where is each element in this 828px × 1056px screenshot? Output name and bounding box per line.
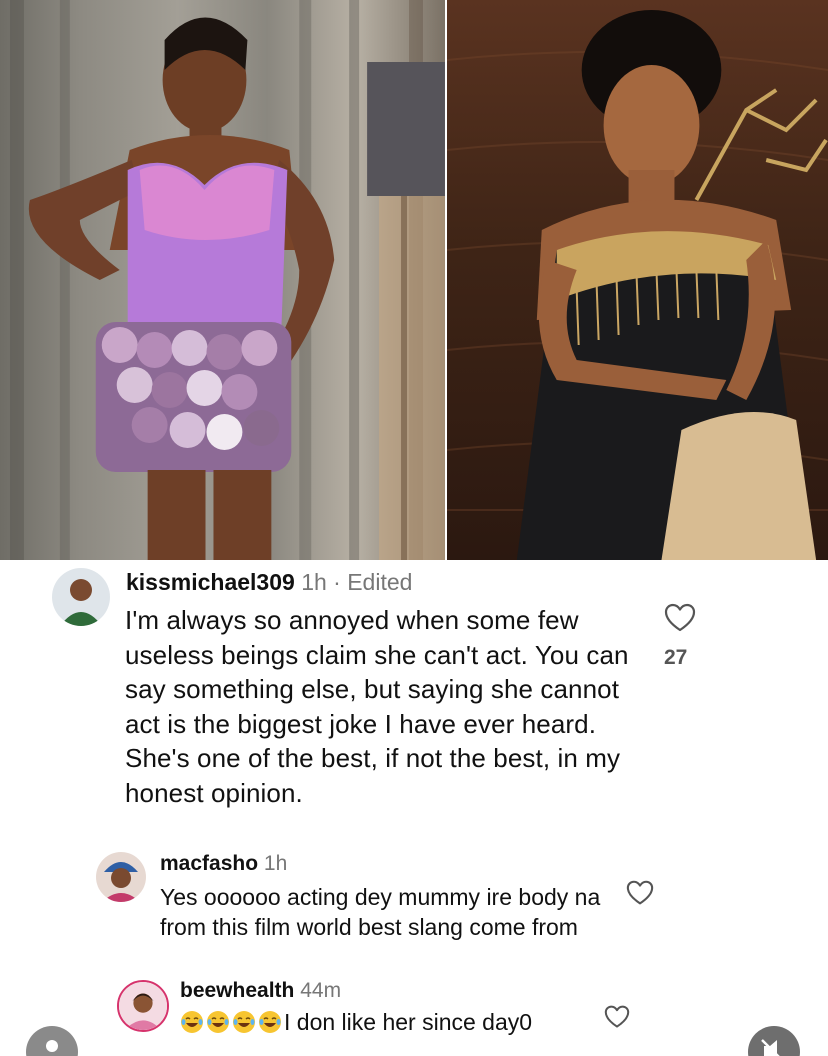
like-button[interactable]: [604, 1005, 630, 1029]
like-button[interactable]: [626, 880, 654, 906]
photo-collage: [0, 0, 828, 560]
photo-woman-purple-dress: [0, 0, 445, 560]
comment-text: I'm always so annoyed when some few usel…: [125, 605, 629, 808]
heart-icon: [664, 603, 696, 632]
comment-username[interactable]: kissmichael309: [126, 569, 295, 595]
speaker-muted-icon: [761, 1039, 780, 1056]
face-with-tears-of-joy-emoji: [233, 1011, 255, 1033]
avatar-woman-pink-icon: [119, 982, 167, 1030]
avatar-woman-blue-gele-icon: [96, 852, 146, 902]
face-with-tears-of-joy-emoji: [259, 1011, 281, 1033]
photo-left-illustration: [9, 0, 445, 560]
emoji-row: [180, 1009, 284, 1035]
mute-button[interactable]: [748, 1026, 800, 1056]
comment-meta: kissmichael309 1h · Edited: [126, 569, 412, 596]
like-button[interactable]: [664, 603, 696, 633]
person-icon: [46, 1040, 58, 1052]
comment-edited-label: · Edited: [333, 569, 413, 595]
heart-icon: [604, 1005, 630, 1028]
face-with-tears-of-joy-emoji: [181, 1011, 203, 1033]
comment-meta: macfasho 1h: [160, 852, 287, 876]
photo-woman-black-gown: [446, 0, 828, 560]
comment-username[interactable]: beewhealth: [180, 979, 294, 1002]
comment-time: 44m: [300, 979, 342, 1002]
photo-right-illustration: [446, 10, 828, 560]
avatar-man-green-shirt-icon: [52, 568, 110, 626]
face-with-tears-of-joy-emoji: [207, 1011, 229, 1033]
comment-text: I don like her since day0: [180, 1008, 600, 1036]
avatar[interactable]: [52, 568, 110, 626]
heart-icon: [626, 880, 654, 905]
comment-meta: beewhealth 44m: [180, 979, 341, 1003]
comment-time: 1h: [263, 852, 288, 875]
avatar[interactable]: [96, 852, 146, 902]
comment-time: 1h: [301, 569, 327, 595]
comment-text-content: I don like her since day0: [284, 1009, 533, 1035]
comment-text: Yes oooooo acting dey mummy ire body na …: [160, 884, 601, 940]
profile-tag-button[interactable]: [26, 1026, 78, 1056]
comment-username[interactable]: macfasho: [160, 852, 258, 875]
like-count: 27: [664, 646, 688, 669]
avatar[interactable]: [117, 980, 169, 1032]
